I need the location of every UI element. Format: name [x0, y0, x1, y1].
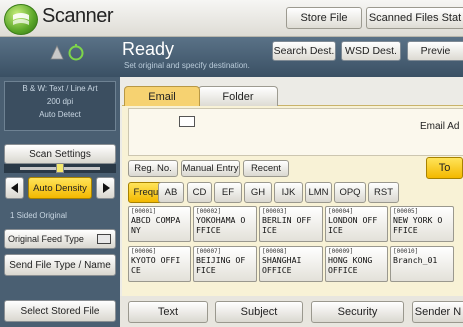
text-button[interactable]: Text — [128, 301, 208, 323]
tab-email[interactable]: Email — [124, 86, 200, 106]
preview-button[interactable]: Previe — [407, 41, 463, 61]
scan-settings-button[interactable]: Scan Settings — [4, 144, 116, 164]
index-tab-ab[interactable]: AB — [158, 182, 184, 203]
manual-entry-button[interactable]: Manual Entry — [181, 160, 240, 177]
destination-number: [00009] — [328, 248, 354, 255]
destination-item[interactable]: [00003] BERLIN OFF ICE — [259, 206, 323, 242]
index-tab-ijk[interactable]: IJK — [274, 182, 303, 203]
index-tab-rst[interactable]: RST — [368, 182, 399, 203]
destination-item[interactable]: [00005] NEW YORK O FFICE — [390, 206, 454, 242]
sender-name-button[interactable]: Sender N — [412, 301, 463, 323]
destination-number: [00006] — [131, 248, 157, 255]
density-darker-button[interactable] — [96, 177, 115, 199]
destination-item[interactable]: [00010] Branch_01 — [390, 246, 454, 282]
density-slider[interactable] — [4, 163, 116, 173]
destination-number: [00003] — [262, 208, 288, 215]
ready-icon — [48, 43, 84, 61]
wsd-dest-button[interactable]: WSD Dest. — [341, 41, 401, 61]
destination-item[interactable]: [00004] LONDON OFF ICE — [325, 206, 388, 242]
scan-settings-summary: B & W: Text / Line Art 200 dpi Auto Dete… — [4, 81, 116, 131]
destination-number: [00007] — [196, 248, 222, 255]
destination-name: SHANGHAI OFFICE — [262, 255, 302, 275]
search-dest-button[interactable]: Search Dest. — [272, 41, 336, 61]
destination-name: Branch_01 — [393, 255, 438, 265]
envelope-icon — [179, 116, 195, 127]
index-tab-cd[interactable]: CD — [187, 182, 212, 203]
destination-number: [00005] — [393, 208, 419, 215]
reg-no-button[interactable]: Reg. No. — [128, 160, 178, 177]
select-stored-file-button[interactable]: Select Stored File — [4, 300, 116, 322]
destination-number: [00001] — [131, 208, 157, 215]
status-message: Set original and specify destination. — [124, 61, 250, 70]
destination-number: [00010] — [393, 248, 419, 255]
app-title: Scanner — [42, 5, 114, 27]
scanner-logo-icon — [4, 4, 38, 35]
index-tab-gh[interactable]: GH — [244, 182, 272, 203]
scanned-files-status-button[interactable]: Scanned Files Stat — [366, 7, 463, 29]
original-feed-icon — [97, 234, 111, 244]
scan-type: B & W: Text / Line Art — [22, 84, 98, 93]
destination-name: KYOTO OFFI CE — [131, 255, 181, 275]
store-file-button[interactable]: Store File — [286, 7, 362, 29]
destination-item[interactable]: [00007] BEIJING OF FICE — [193, 246, 257, 282]
send-file-type-button[interactable]: Send File Type / Name — [4, 254, 116, 276]
arrow-left-icon — [10, 183, 18, 193]
resolution: 200 dpi — [46, 97, 74, 106]
arrow-right-icon — [102, 183, 110, 193]
destination-name: ABCD COMPA NY — [131, 215, 181, 235]
size: Auto Detect — [39, 110, 81, 119]
destination-name: LONDON OFF ICE — [328, 215, 378, 235]
auto-density-button[interactable]: Auto Density — [28, 177, 92, 199]
original-feed-type-label: Original Feed Type — [8, 234, 84, 244]
original-feed-type-button[interactable]: Original Feed Type — [4, 229, 116, 249]
destination-name: BERLIN OFF ICE — [262, 215, 312, 235]
destination-name: NEW YORK O FFICE — [393, 215, 443, 235]
destination-name: HONG KONG OFFICE — [328, 255, 373, 275]
destination-number: [00004] — [328, 208, 354, 215]
recent-button[interactable]: Recent — [243, 160, 289, 177]
slider-knob[interactable] — [56, 163, 64, 173]
destination-item[interactable]: [00008] SHANGHAI OFFICE — [259, 246, 323, 282]
index-tab-opq[interactable]: OPQ — [334, 182, 366, 203]
destination-item[interactable]: [00001] ABCD COMPA NY — [128, 206, 191, 242]
subject-button[interactable]: Subject — [215, 301, 303, 323]
destination-item[interactable]: [00002] YOKOHAMA O FFICE — [193, 206, 257, 242]
original-sides: 1 Sided Original — [4, 207, 116, 228]
index-tab-ef[interactable]: EF — [214, 182, 242, 203]
destination-item[interactable]: [00009] HONG KONG OFFICE — [325, 246, 388, 282]
tab-folder[interactable]: Folder — [198, 86, 278, 106]
status-ready: Ready — [122, 39, 175, 59]
destination-name: BEIJING OF FICE — [196, 255, 246, 275]
email-address-label: Email Ad — [420, 121, 460, 132]
to-button[interactable]: To — [426, 157, 463, 179]
destination-name: YOKOHAMA O FFICE — [196, 215, 246, 235]
density-lighter-button[interactable] — [5, 177, 24, 199]
destination-number: [00008] — [262, 248, 288, 255]
index-tab-lmn[interactable]: LMN — [305, 182, 332, 203]
security-button[interactable]: Security — [311, 301, 404, 323]
destination-number: [00002] — [196, 208, 222, 215]
original-sides-label: 1 Sided Original — [10, 211, 67, 220]
destination-item[interactable]: [00006] KYOTO OFFI CE — [128, 246, 191, 282]
